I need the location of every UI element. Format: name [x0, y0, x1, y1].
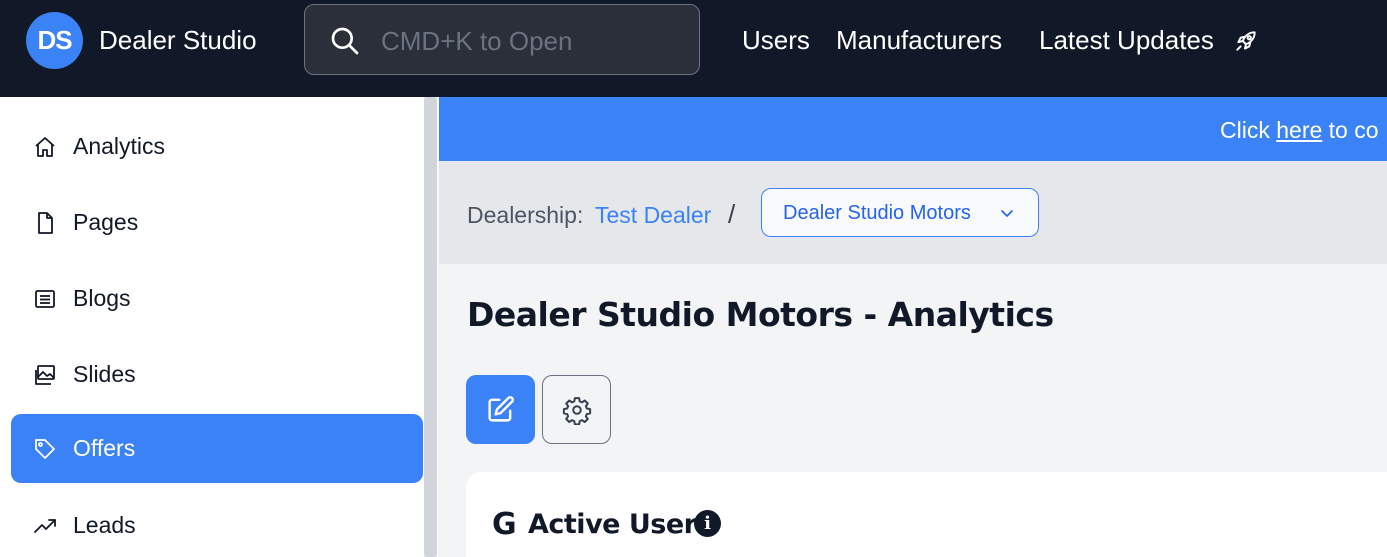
nav-link-users[interactable]: Users: [742, 25, 810, 56]
breadcrumb-dealer-link[interactable]: Test Dealer: [595, 202, 711, 229]
sidebar-item-label: Analytics: [73, 133, 166, 159]
banner-text: Click here to co: [1220, 117, 1379, 144]
page-title: Dealer Studio Motors - Analytics: [467, 295, 1054, 334]
sidebar-scrollbar-thumb[interactable]: [424, 97, 437, 557]
nav-link-latest-updates[interactable]: Latest Updates: [1039, 25, 1214, 56]
sidebar-item-label: Slides: [73, 361, 136, 387]
breadcrumb-label: Dealership:: [467, 202, 584, 228]
search-input[interactable]: [381, 23, 681, 59]
sidebar: Analytics Pages Blogs Slides Offers Lead…: [0, 97, 438, 557]
banner-link[interactable]: here: [1276, 117, 1322, 143]
nav-link-manufacturers[interactable]: Manufacturers: [836, 25, 1002, 56]
rocket-icon[interactable]: [1233, 28, 1259, 54]
breadcrumb-separator: /: [728, 199, 736, 229]
tag-icon: [35, 438, 55, 459]
banner-suffix: to co: [1322, 117, 1379, 143]
search-box[interactable]: [304, 4, 700, 75]
images-icon: [35, 364, 55, 385]
app-logo[interactable]: DS: [26, 12, 83, 69]
sidebar-item-label: Leads: [73, 512, 136, 538]
active-users-card: G Active Users i: [466, 472, 1387, 557]
edit-icon: [488, 396, 514, 422]
sidebar-item-leads[interactable]: Leads: [11, 491, 423, 557]
brand-name[interactable]: Dealer Studio: [99, 25, 257, 56]
site-select-dropdown[interactable]: Dealer Studio Motors: [761, 188, 1039, 237]
home-icon: [35, 136, 55, 157]
sidebar-item-pages[interactable]: Pages: [11, 188, 423, 257]
sidebar-item-label: Blogs: [73, 285, 131, 311]
top-navbar: DS Dealer Studio Users Manufacturers Lat…: [0, 0, 1387, 97]
sidebar-item-analytics[interactable]: Analytics: [11, 112, 423, 181]
sidebar-item-label: Pages: [73, 209, 139, 235]
info-icon[interactable]: i: [694, 510, 721, 537]
settings-button[interactable]: [542, 375, 611, 444]
sidebar-item-slides[interactable]: Slides: [11, 340, 423, 409]
document-icon: [38, 211, 53, 234]
card-title: Active Users: [528, 509, 713, 540]
sidebar-item-offers[interactable]: Offers: [11, 414, 423, 483]
newspaper-icon: [35, 289, 55, 308]
notice-banner: Click here to co: [439, 97, 1387, 161]
google-icon: G: [492, 507, 517, 542]
chevron-down-icon: [1001, 210, 1013, 217]
breadcrumb: Dealership: Test Dealer / Dealer Studio …: [439, 161, 1387, 264]
gear-icon: [562, 397, 592, 425]
banner-prefix: Click: [1220, 117, 1277, 143]
search-icon: [331, 27, 359, 55]
sidebar-item-blogs[interactable]: Blogs: [11, 264, 423, 333]
sidebar-item-label: Offers: [73, 435, 136, 461]
trending-up-icon: [34, 518, 56, 533]
edit-button[interactable]: [466, 375, 535, 444]
site-select-value: Dealer Studio Motors: [783, 202, 971, 224]
